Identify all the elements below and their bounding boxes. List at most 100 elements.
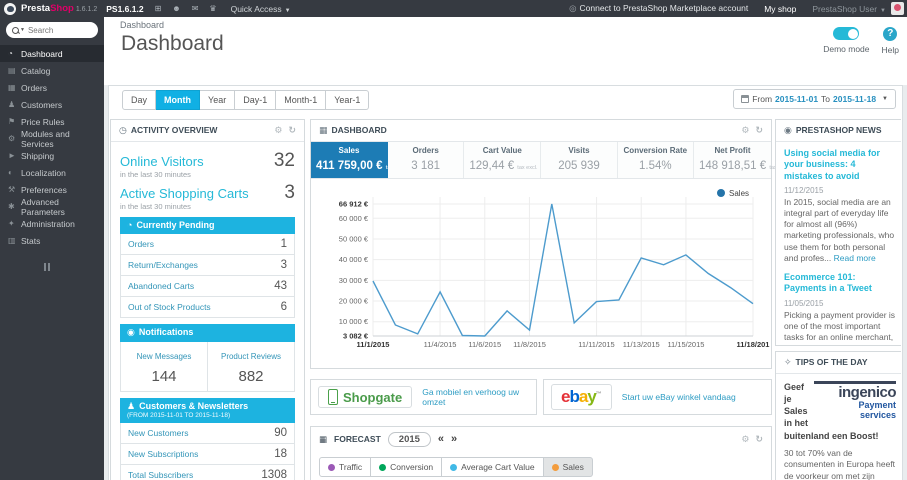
demo-mode-toggle[interactable] xyxy=(833,27,860,40)
svg-text:11/4/2015: 11/4/2015 xyxy=(424,340,457,349)
legend-sales-button[interactable]: Sales xyxy=(543,457,593,477)
abandoned-carts-link[interactable]: Abandoned Carts xyxy=(128,281,194,291)
content: Day Month Year Day-1 Month-1 Year-1 From… xyxy=(104,85,907,480)
sidebar-item-administration[interactable]: ✦ Administration xyxy=(0,215,104,232)
previous-year-button[interactable]: « xyxy=(438,433,444,445)
article-body: In 2015, social media are an integral pa… xyxy=(784,196,895,263)
person-icon[interactable]: ☻ xyxy=(172,4,180,13)
read-more-link[interactable]: Read more xyxy=(834,253,876,263)
cart-icon[interactable]: ⊞ xyxy=(155,4,162,13)
kpi-sales[interactable]: Sales411 759,00 € tax excl. xyxy=(311,142,407,178)
range-month-1-button[interactable]: Month-1 xyxy=(276,90,327,110)
total-subscribers-row: Total Subscribers 1308 xyxy=(120,464,295,480)
help-control: ? Help xyxy=(882,27,899,55)
product-reviews-link[interactable]: Product Reviews xyxy=(221,352,281,361)
sidebar: ▼ ◔Dashboard ▤Catalog ▦Orders ♟Customers… xyxy=(0,17,104,480)
new-customers-link[interactable]: New Customers xyxy=(128,428,188,438)
new-messages-link[interactable]: New Messages xyxy=(137,352,192,361)
quick-access-menu[interactable]: Quick Access ▼ xyxy=(231,4,291,14)
kpi-net-profit[interactable]: Net Profit148 918,51 € tax excl. xyxy=(693,142,790,178)
ebay-link[interactable]: Start uw eBay winkel vandaag xyxy=(622,392,736,402)
brand: PrestaShop 1.6.1.2 xyxy=(21,3,97,14)
range-year-1-button[interactable]: Year-1 xyxy=(326,90,370,110)
sidebar-collapse-button[interactable] xyxy=(44,263,104,271)
range-day-button[interactable]: Day xyxy=(122,90,157,110)
prestashop-admin-dashboard: PrestaShop 1.6.1.2 PS1.6.1.2 ⊞ ☻ ✉ ♛ Quic… xyxy=(0,0,907,480)
active-carts-value: 3 xyxy=(284,182,295,203)
catalog-icon: ▤ xyxy=(8,66,16,75)
legend-average-cart-value-button[interactable]: Average Cart Value xyxy=(442,457,544,477)
article-date: 11/05/2015 xyxy=(784,298,824,308)
sales-line-chart: 11/1/2015 11/4/2015 11/6/2015 11/8/2015 11/1… xyxy=(339,189,769,349)
breadcrumb: Dashboard xyxy=(120,20,165,30)
legend-conversion-button[interactable]: Conversion xyxy=(371,457,443,477)
sidebar-item-advanced-parameters[interactable]: ✱ Advanced Parameters xyxy=(0,197,104,217)
sidebar-search[interactable]: ▼ xyxy=(6,22,98,38)
search-input[interactable] xyxy=(27,25,92,35)
sidebar-item-dashboard[interactable]: ◔ Dashboard xyxy=(0,45,104,62)
total-subscribers-link[interactable]: Total Subscribers xyxy=(128,470,193,480)
refresh-icon[interactable]: ↻ xyxy=(755,434,763,445)
sidebar-item-shipping[interactable]: ► Shipping xyxy=(0,147,104,164)
wrench-icon: ⚒ xyxy=(8,185,16,194)
gear-icon[interactable]: ⚙ xyxy=(274,120,282,141)
range-day-1-button[interactable]: Day-1 xyxy=(235,90,277,110)
page-title: Dashboard xyxy=(121,32,224,55)
pending-row-abandoned-carts: Abandoned Carts 43 xyxy=(120,276,295,298)
sidebar-item-stats[interactable]: ▥ Stats xyxy=(0,232,104,249)
sidebar-item-preferences[interactable]: ⚒ Preferences xyxy=(0,181,104,198)
online-visitors-value: 32 xyxy=(273,150,295,171)
calendar-icon xyxy=(741,95,750,103)
new-subscriptions-link[interactable]: New Subscriptions xyxy=(128,449,198,459)
trophy-icon[interactable]: ♛ xyxy=(209,4,216,13)
my-shop-link[interactable]: My shop xyxy=(764,4,796,14)
sidebar-item-catalog[interactable]: ▤ Catalog xyxy=(0,62,104,79)
news-article: Using social media for your business: 4 … xyxy=(784,148,896,264)
sidebar-item-modules[interactable]: ⚙ Modules and Services xyxy=(0,129,104,149)
refresh-icon[interactable]: ↻ xyxy=(755,120,763,141)
svg-text:40 000 €: 40 000 € xyxy=(339,255,369,264)
returns-link[interactable]: Return/Exchanges xyxy=(128,260,198,270)
legend-traffic-button[interactable]: Traffic xyxy=(319,457,372,477)
next-year-button[interactable]: » xyxy=(451,433,457,445)
envelope-icon[interactable]: ✉ xyxy=(192,4,199,13)
forecast-year-badge[interactable]: 2015 xyxy=(387,431,431,447)
kpi-orders[interactable]: Orders 3 181 xyxy=(388,142,465,178)
range-year-button[interactable]: Year xyxy=(200,90,236,110)
kpi-visits[interactable]: Visits 205 939 xyxy=(541,142,618,178)
brand-shop: Shop xyxy=(50,3,74,14)
shopgate-link[interactable]: Ga mobiel en verhoog uw omzet xyxy=(422,387,529,407)
refresh-icon[interactable]: ↻ xyxy=(288,120,296,141)
user-menu[interactable]: PrestaShop User ▼ xyxy=(812,4,886,14)
dashboard-panel: ▦DASHBOARD ⚙↻ Sales411 759,00 € tax excl… xyxy=(310,119,790,369)
orders-icon: ▦ xyxy=(8,83,16,92)
range-month-button[interactable]: Month xyxy=(156,90,201,110)
online-visitors-link[interactable]: Online Visitors xyxy=(120,154,204,169)
marketplace-link[interactable]: ◎ Connect to PrestaShop Marketplace accou… xyxy=(569,3,748,14)
out-of-stock-link[interactable]: Out of Stock Products xyxy=(128,302,211,312)
date-range-picker[interactable]: From 2015-11-01 To 2015-11-18 ▼ xyxy=(733,89,896,109)
orders-link[interactable]: Orders xyxy=(128,239,154,249)
kpi-cart-value[interactable]: Cart Value 129,44 € tax excl. xyxy=(464,142,542,178)
gear-icon[interactable]: ⚙ xyxy=(741,434,749,445)
chevron-down-icon: ▼ xyxy=(882,96,888,102)
sidebar-item-customers[interactable]: ♟ Customers xyxy=(0,96,104,113)
active-carts-link[interactable]: Active Shopping Carts xyxy=(120,186,249,201)
article-title-link[interactable]: Using social media for your business: 4 … xyxy=(784,148,896,182)
help-icon[interactable]: ? xyxy=(883,27,898,41)
tag-icon: ⚑ xyxy=(8,117,16,126)
shopgate-module-card: Shopgate Ga mobiel en verhoog uw omzet xyxy=(310,379,537,415)
avatar[interactable] xyxy=(891,2,904,15)
sidebar-item-price-rules[interactable]: ⚑ Price Rules xyxy=(0,113,104,130)
article-title-link[interactable]: Ecommerce 101: Payments in a Tweet xyxy=(784,272,896,295)
chevron-down-icon: ▼ xyxy=(284,7,291,14)
gear-icon[interactable]: ⚙ xyxy=(741,120,749,141)
pending-row-orders: Orders 1 xyxy=(120,234,295,256)
shop-version: PS1.6.1.2 xyxy=(106,3,144,14)
svg-text:50 000 €: 50 000 € xyxy=(339,234,369,243)
dashboard-card: Day Month Year Day-1 Month-1 Year-1 From… xyxy=(108,85,903,480)
sidebar-item-orders[interactable]: ▦ Orders xyxy=(0,79,104,96)
svg-text:10 000 €: 10 000 € xyxy=(339,317,369,326)
kpi-conversion-rate[interactable]: Conversion Rate 1.54% xyxy=(617,142,694,178)
sidebar-item-localization[interactable]: ◐ Localization xyxy=(0,164,104,181)
